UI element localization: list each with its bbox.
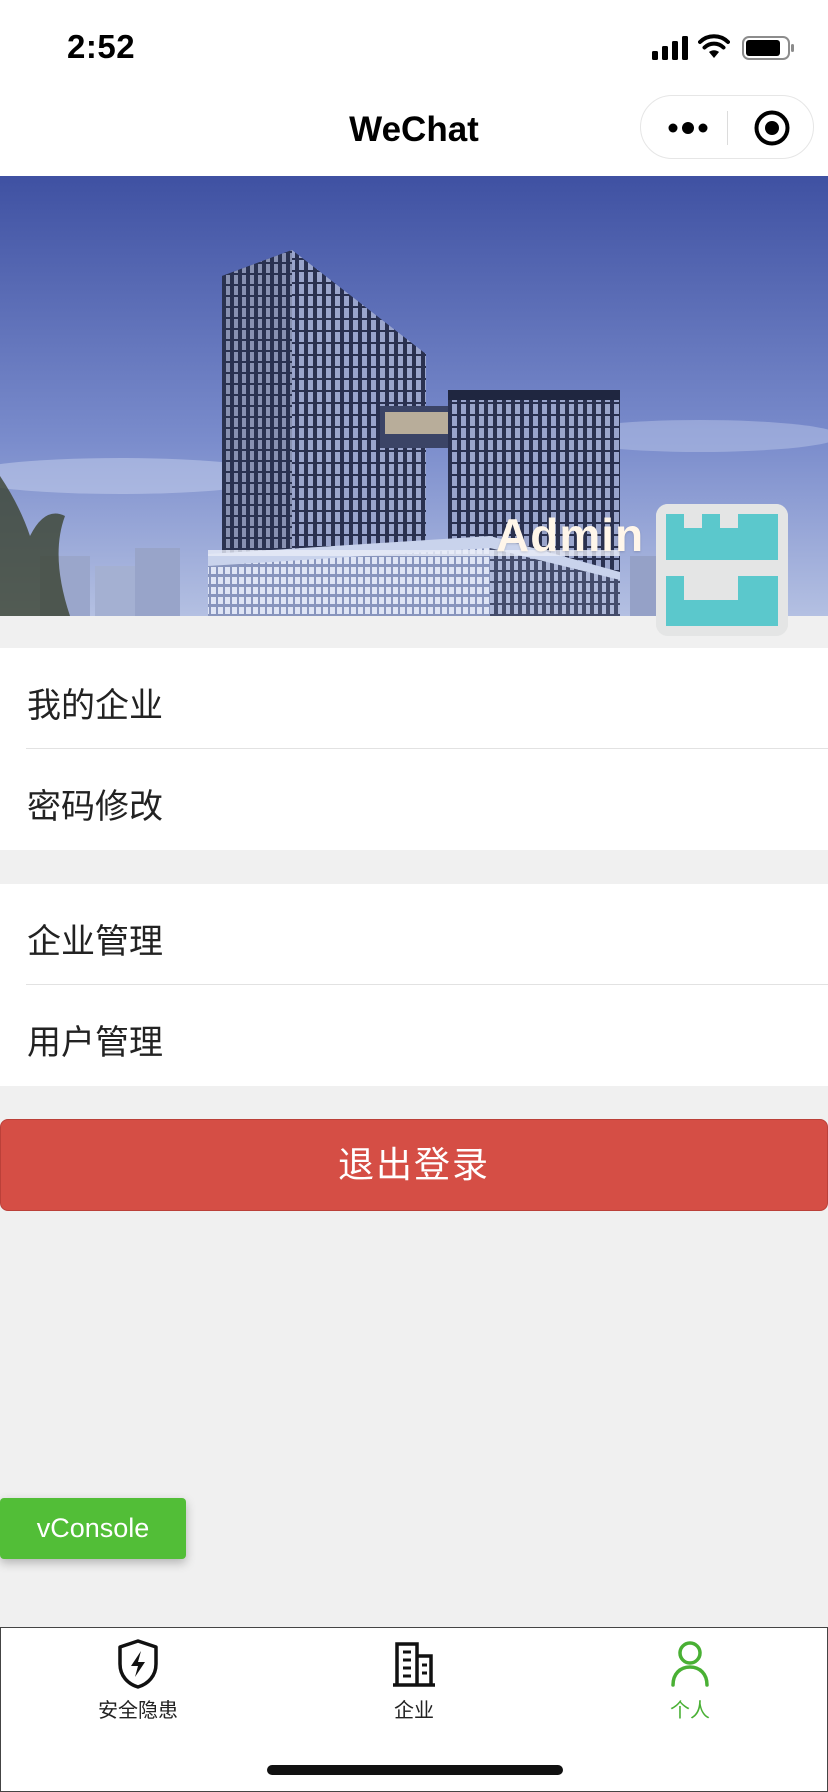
tab-label: 个人 xyxy=(670,1700,710,1722)
signal-icon xyxy=(652,36,688,60)
more-icon[interactable] xyxy=(665,112,711,144)
user-icon xyxy=(671,1641,709,1687)
profile-username: Admin xyxy=(496,509,645,561)
menu-group-account: 我的企业 密码修改 xyxy=(0,648,828,850)
tab-safety-hazards[interactable]: 安全隐患 xyxy=(38,1638,238,1738)
building-icon xyxy=(393,1642,435,1687)
tab-label: 安全隐患 xyxy=(98,1700,178,1722)
logout-button[interactable]: 退出登录 xyxy=(0,1119,828,1211)
tab-enterprise[interactable]: 企业 xyxy=(314,1638,514,1738)
nav-bar: WeChat xyxy=(0,92,828,176)
home-indicator xyxy=(267,1765,563,1775)
close-mini-program-icon[interactable] xyxy=(752,108,792,148)
menu-item-label: 我的企业 xyxy=(27,687,163,725)
menu-item-label: 用户管理 xyxy=(27,1024,163,1062)
capsule-divider xyxy=(727,111,728,145)
tab-label: 企业 xyxy=(394,1700,434,1722)
menu-item-user-management[interactable]: 用户管理 xyxy=(0,985,828,1086)
wifi-icon xyxy=(698,34,730,58)
menu-item-my-enterprise[interactable]: 我的企业 xyxy=(0,648,828,749)
status-bar: 2:52 xyxy=(0,0,828,92)
tab-personal[interactable]: 个人 xyxy=(590,1638,790,1738)
menu-group-admin: 企业管理 用户管理 xyxy=(0,884,828,1086)
shield-bolt-icon xyxy=(118,1639,158,1689)
avatar-logo-icon xyxy=(656,504,788,636)
mini-program-capsule xyxy=(640,95,814,159)
avatar[interactable] xyxy=(656,504,788,636)
status-time: 2:52 xyxy=(67,28,136,65)
tab-bar: 安全隐患 企业 个人 xyxy=(0,1627,828,1792)
menu-item-enterprise-management[interactable]: 企业管理 xyxy=(0,884,828,985)
app-screen: 2:52 WeChat Admin 我的企业 密码修改 企业管理 用户管理 退出… xyxy=(0,0,828,1792)
menu-item-change-password[interactable]: 密码修改 xyxy=(0,749,828,850)
menu-item-label: 企业管理 xyxy=(27,923,163,961)
battery-icon xyxy=(742,36,794,60)
menu-item-label: 密码修改 xyxy=(27,788,163,826)
vconsole-button[interactable]: vConsole xyxy=(0,1498,186,1559)
